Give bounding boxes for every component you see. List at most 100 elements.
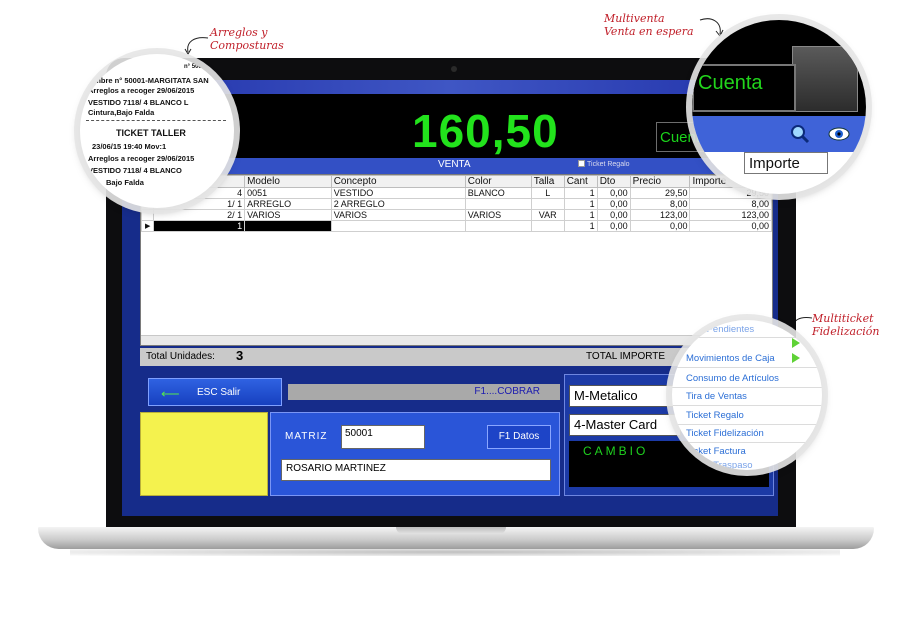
grid-header-row: Blancia Modelo Concepto Color Talla Cant… — [141, 175, 772, 188]
cell-dto[interactable]: 0,00 — [596, 220, 631, 232]
row-indicator — [141, 209, 155, 221]
cell-color[interactable]: BLANCO — [464, 187, 532, 199]
cell-concepto[interactable]: VARIOS — [330, 209, 466, 221]
matriz-input[interactable]: 50001 — [341, 425, 425, 449]
cobrar-label: F1....COBRAR — [474, 386, 540, 397]
cell-cant[interactable]: 1 — [563, 198, 598, 210]
camera-icon — [451, 66, 457, 72]
total-units-label: Total Unidades: — [146, 351, 215, 362]
cell-talla[interactable] — [530, 198, 565, 210]
grid-header[interactable]: Modelo — [244, 175, 332, 188]
payment-method-1[interactable]: M-Metalico — [569, 385, 681, 407]
illustration: Arreglos y Composturas Multiventa Venta … — [0, 0, 900, 620]
cell-modelo[interactable] — [244, 220, 332, 232]
cell-talla[interactable] — [530, 220, 565, 232]
grid-header[interactable]: Concepto — [330, 175, 466, 188]
grid-header[interactable]: Color — [464, 175, 532, 188]
annotation-line: Multiventa — [604, 12, 665, 25]
cell-modelo[interactable]: 0051 — [244, 187, 332, 199]
matriz-label: MATRIZ — [285, 431, 328, 442]
cell-concepto[interactable]: 2 ARREGLO — [330, 198, 466, 210]
cell-color[interactable] — [464, 220, 532, 232]
cell-cant[interactable]: 1 — [563, 209, 598, 221]
venta-label: VENTA — [438, 159, 471, 170]
cell-importe: 0,00 — [689, 220, 772, 232]
cell-importe: 123,00 — [689, 209, 772, 221]
search-icon[interactable] — [790, 124, 810, 144]
menu-separator — [672, 367, 822, 368]
ticket-regalo-checkbox[interactable]: Ticket Regalo — [578, 160, 630, 168]
cell-modelo[interactable]: VARIOS — [244, 209, 332, 221]
esc-exit-button[interactable]: ⟵ ESC Salir — [148, 378, 282, 406]
ticket-line: Cintura,Bajo Falda — [88, 108, 155, 117]
cell-modelo[interactable]: ARREGLO — [244, 198, 332, 210]
annotation-multiticket: Multiticket Fidelización — [812, 312, 879, 338]
menu-item[interactable]: Consumo de Artículos — [686, 373, 779, 384]
cell-dto[interactable]: 0,00 — [596, 187, 631, 199]
total-importe-label: TOTAL IMPORTE — [586, 351, 666, 362]
annotation-line: Arreglos y — [210, 26, 268, 39]
cobrar-button[interactable]: F1....COBRAR — [288, 384, 560, 400]
ticket-zoom-lens: n° 50001 ...mbre n° 50001-MARGITATA SAN … — [80, 54, 234, 208]
menu-item[interactable]: Movimientos de Caja — [686, 353, 775, 364]
menu-item[interactable]: Ticket Factura — [686, 446, 746, 457]
table-row-active[interactable]: ▶ 1 1 0,00 0,00 0,00 — [141, 220, 772, 232]
eye-icon[interactable] — [828, 125, 850, 143]
arrow-left-icon: ⟵ — [161, 386, 180, 401]
cell-precio[interactable]: 0,00 — [629, 220, 691, 232]
cell-precio[interactable]: 8,00 — [629, 198, 691, 210]
cell-talla[interactable]: L — [530, 187, 565, 199]
laptop-notch — [396, 527, 506, 534]
cell-color[interactable] — [464, 198, 532, 210]
cell-concepto[interactable] — [330, 220, 466, 232]
f1-datos-button[interactable]: F1 Datos — [487, 425, 551, 449]
ticket-number: n° 50001 — [184, 64, 209, 70]
sale-lines-grid: Blancia Modelo Concepto Color Talla Cant… — [140, 174, 773, 346]
grid-header[interactable]: Dto — [596, 175, 631, 188]
cell-precio[interactable]: 123,00 — [629, 209, 691, 221]
annotation-arreglos: Arreglos y Composturas — [210, 26, 284, 52]
grid-header[interactable]: Precio — [629, 175, 691, 188]
cell-cant[interactable]: 1 — [563, 187, 598, 199]
cell-code[interactable]: 1 — [153, 220, 246, 232]
cell-precio[interactable]: 29,50 — [629, 187, 691, 199]
cell-dto[interactable]: 0,00 — [596, 209, 631, 221]
laptop-shadow — [70, 548, 840, 556]
annotation-line: Multiticket — [812, 312, 874, 325]
menu-zoom-lens: ...es Pendientes Movimientos de Caja Con… — [672, 320, 822, 470]
cell-color[interactable]: VARIOS — [464, 209, 532, 221]
cell-talla[interactable]: VAR — [530, 209, 565, 221]
cell-cant[interactable]: 1 — [563, 220, 598, 232]
cell-code[interactable]: 2/ 1 — [153, 209, 246, 221]
zoom-side-panel — [792, 46, 858, 112]
menu-item[interactable]: Ticket Regalo — [686, 410, 744, 421]
grid-header[interactable]: Cant — [563, 175, 598, 188]
cambio-label: CAMBIO — [583, 444, 649, 458]
menu-item[interactable]: Tira de Ventas — [686, 391, 747, 402]
play-arrow-icon — [792, 338, 800, 348]
cell-concepto[interactable]: VESTIDO — [330, 187, 466, 199]
ticket-line: VESTIDO 7118/ 4 BLANCO — [88, 166, 182, 175]
total-amount: 160,50 — [412, 105, 559, 157]
customer-name-field[interactable]: ROSARIO MARTINEZ — [281, 459, 551, 481]
menu-item[interactable]: ...cias Traspaso — [686, 460, 753, 470]
table-row[interactable]: 1/ 1 ARREGLO 2 ARREGLO 1 0,00 8,00 8,00 — [141, 198, 772, 210]
table-row[interactable]: 2/ 1 VARIOS VARIOS VARIOS VAR 1 0,00 123… — [141, 209, 772, 221]
zoom-cuenta-box[interactable]: Cuenta — [692, 64, 796, 112]
annotation-multiventa: Multiventa Venta en espera — [604, 12, 694, 38]
sale-lines-table: Blancia Modelo Concepto Color Talla Cant… — [141, 175, 772, 232]
table-row[interactable]: 4 0051 VESTIDO BLANCO L 1 0,00 29,50 29,… — [141, 187, 772, 199]
menu-separator — [672, 387, 822, 388]
annotation-line: Fidelización — [812, 325, 880, 338]
ticket-regalo-label: Ticket Regalo — [587, 161, 630, 168]
cuenta-zoom-lens: Cuenta Importe — [692, 20, 866, 194]
payment-method-2[interactable]: 4-Master Card — [569, 414, 681, 436]
menu-item[interactable]: Ticket Fidelización — [686, 428, 764, 439]
menu-item[interactable]: ...es Pendientes — [686, 324, 754, 335]
ticket-line: ...mbre n° 50001-MARGITATA SAN — [88, 76, 209, 85]
ticket-line: Bajo Falda — [106, 178, 144, 187]
grid-header[interactable]: Talla — [530, 175, 565, 188]
zoom-importe-header: Importe — [744, 152, 828, 174]
cell-dto[interactable]: 0,00 — [596, 198, 631, 210]
ticket-line: Arreglos a recoger 29/06/2015 — [88, 86, 195, 95]
